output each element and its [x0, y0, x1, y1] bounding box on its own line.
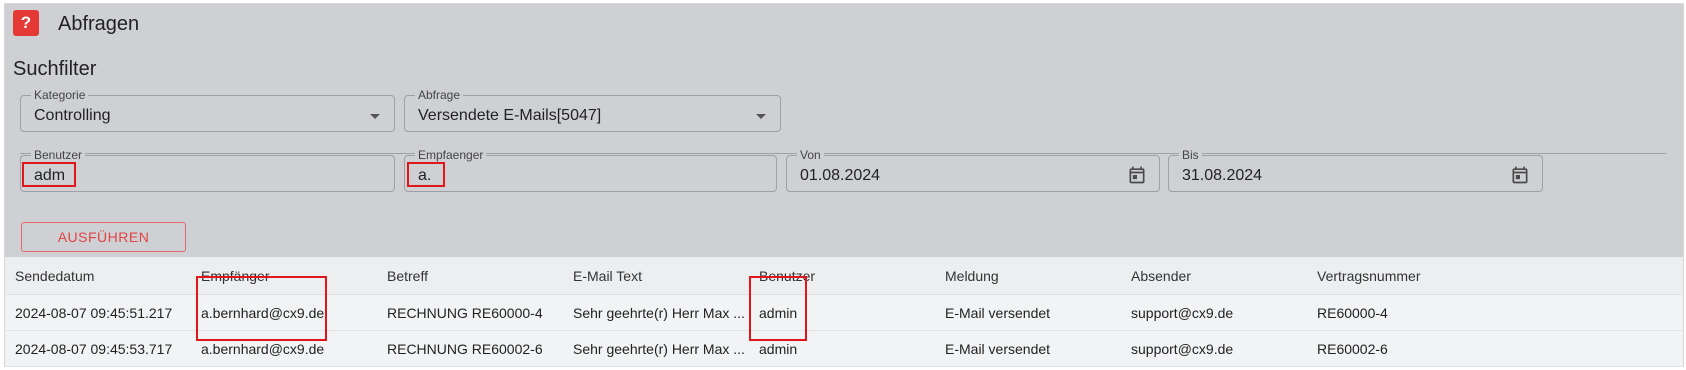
- column-header-meldung[interactable]: Meldung: [945, 257, 1125, 294]
- benutzer-field[interactable]: Benutzer adm: [20, 148, 395, 192]
- cell-betreff: RECHNUNG RE60000-4: [387, 304, 543, 321]
- abfrage-label: Abfrage: [415, 88, 464, 102]
- page-title: Abfragen: [58, 13, 140, 35]
- cell-absender: support@cx9.de: [1131, 304, 1234, 321]
- benutzer-label: Benutzer: [31, 148, 86, 162]
- bis-date-field[interactable]: Bis 31.08.2024: [1168, 148, 1543, 192]
- section-title-suchfilter: Suchfilter: [13, 58, 97, 80]
- cell-absender: support@cx9.de: [1131, 340, 1234, 357]
- chevron-down-icon[interactable]: [370, 114, 380, 119]
- column-header-vertragsnummer[interactable]: Vertragsnummer: [1317, 257, 1497, 294]
- von-date-field[interactable]: Von 01.08.2024: [786, 148, 1160, 192]
- cell-vertragsnummer: RE60000-4: [1317, 304, 1388, 321]
- cell-meldung: E-Mail versendet: [945, 304, 1051, 321]
- filter-divider: [20, 153, 1666, 154]
- highlight-box: [22, 162, 76, 187]
- abfrage-select[interactable]: Abfrage Versendete E-Mails[5047]: [404, 88, 781, 132]
- run-query-button[interactable]: AUSFÜHREN: [21, 222, 186, 252]
- chevron-down-icon[interactable]: [756, 114, 766, 119]
- kategorie-label: Kategorie: [31, 88, 89, 102]
- highlight-box: [749, 276, 807, 341]
- bis-value[interactable]: 31.08.2024: [1182, 166, 1262, 186]
- kategorie-select[interactable]: Kategorie Controlling: [20, 88, 395, 132]
- von-value[interactable]: 01.08.2024: [800, 166, 880, 186]
- column-header-email-text[interactable]: E-Mail Text: [573, 257, 753, 294]
- highlight-box: [196, 276, 327, 341]
- calendar-icon[interactable]: [1127, 165, 1147, 185]
- cell-sendedatum: 2024-08-07 09:45:51.217: [15, 304, 173, 321]
- von-label: Von: [797, 148, 824, 162]
- column-header-betreff[interactable]: Betreff: [387, 257, 567, 294]
- cell-betreff: RECHNUNG RE60002-6: [387, 340, 543, 357]
- column-header-sendedatum[interactable]: Sendedatum: [15, 257, 195, 294]
- cell-email-text: Sehr geehrte(r) Herr Max ...: [573, 340, 745, 357]
- column-header-absender[interactable]: Absender: [1131, 257, 1311, 294]
- empfaenger-label: Empfaenger: [415, 148, 487, 162]
- cell-sendedatum: 2024-08-07 09:45:53.717: [15, 340, 173, 357]
- empfaenger-field[interactable]: Empfaenger a.: [404, 148, 777, 192]
- highlight-box: [407, 162, 445, 187]
- cell-vertragsnummer: RE60002-6: [1317, 340, 1388, 357]
- bis-label: Bis: [1179, 148, 1202, 162]
- kategorie-value: Controlling: [34, 107, 111, 124]
- cell-meldung: E-Mail versendet: [945, 340, 1051, 357]
- calendar-icon[interactable]: [1510, 165, 1530, 185]
- help-question-icon: ?: [13, 10, 39, 36]
- abfrage-value: Versendete E-Mails[5047]: [418, 107, 602, 124]
- cell-email-text: Sehr geehrte(r) Herr Max ...: [573, 304, 745, 321]
